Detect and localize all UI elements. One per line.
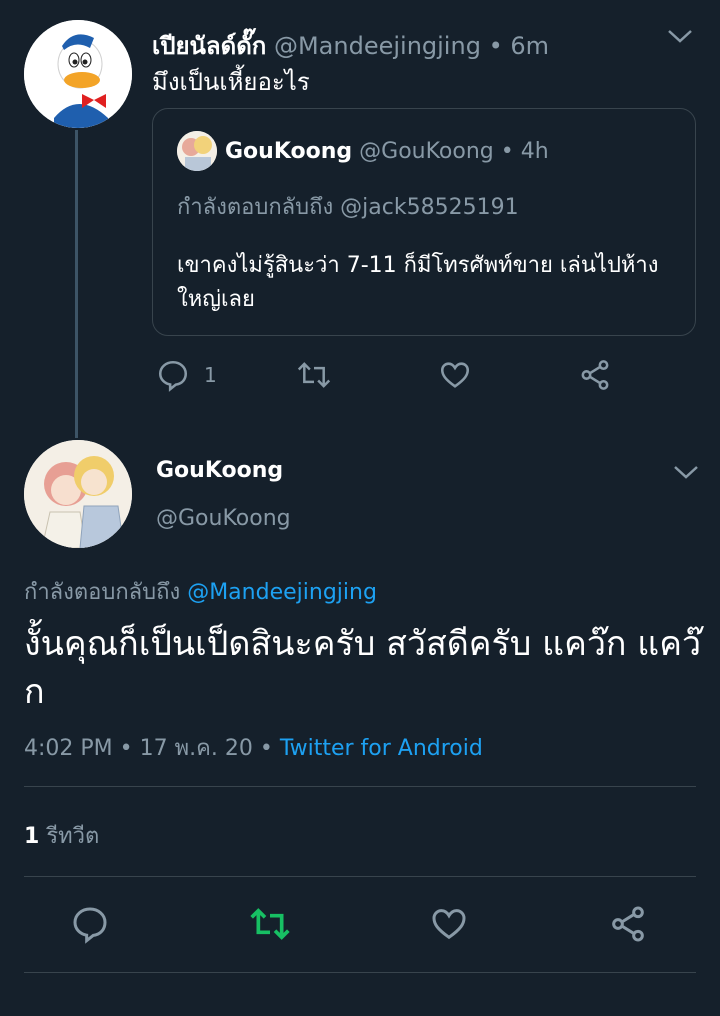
retweet-stats[interactable]: 1 รีทวีต xyxy=(24,818,99,853)
main-share-button[interactable] xyxy=(608,904,648,944)
divider-bottom xyxy=(24,972,696,973)
quoted-display-name: GouKoong xyxy=(225,139,353,164)
parent-handle[interactable]: @Mandeejingjing xyxy=(274,32,481,60)
thread-line xyxy=(75,130,78,438)
main-action-bar xyxy=(0,896,720,956)
like-icon xyxy=(440,362,470,388)
parent-tweet-text: มึงเป็นเหี้ยอะไร xyxy=(152,68,310,96)
anime-avatar-small-image xyxy=(177,131,217,171)
meta-separator-2: • xyxy=(259,736,273,761)
main-menu-button[interactable] xyxy=(672,462,700,482)
chevron-down-icon xyxy=(668,30,692,43)
main-reply-button[interactable] xyxy=(70,904,110,944)
tweet-time: 4:02 PM xyxy=(24,736,113,761)
anime-avatar-image xyxy=(24,440,132,548)
parent-tweet-header: เปียนัลด์ดั๊ก @Mandeejingjing • 6m xyxy=(152,26,549,65)
avatar-parent[interactable] xyxy=(24,20,132,128)
parent-reply-count: 1 xyxy=(204,363,217,387)
quoted-avatar[interactable] xyxy=(177,131,217,171)
main-display-name[interactable]: GouKoong xyxy=(156,458,283,483)
quoted-tweet-card[interactable]: GouKoong @GouKoong • 4h กำลังตอบกลับถึง … xyxy=(152,108,696,336)
parent-menu-button[interactable] xyxy=(666,26,694,46)
main-tweet-meta: 4:02 PM • 17 พ.ค. 20 • Twitter for Andro… xyxy=(24,730,483,765)
share-icon xyxy=(581,360,609,390)
main-like-button[interactable] xyxy=(428,904,470,944)
duck-avatar-image xyxy=(24,20,132,128)
tweet-source-link[interactable]: Twitter for Android xyxy=(280,736,483,761)
main-handle[interactable]: @GouKoong xyxy=(156,506,291,531)
avatar-main[interactable] xyxy=(24,440,132,548)
parent-separator: • xyxy=(488,32,503,60)
parent-like-button[interactable] xyxy=(438,358,472,392)
divider-middle xyxy=(24,876,696,877)
main-replying-to: กำลังตอบกลับถึง @Mandeejingjing xyxy=(24,574,377,609)
parent-display-name[interactable]: เปียนัลด์ดั๊ก xyxy=(152,32,266,60)
retweet-label: รีทวีต xyxy=(46,824,100,849)
replying-handle-link[interactable]: @Mandeejingjing xyxy=(187,580,377,605)
quoted-tweet-header: GouKoong @GouKoong • 4h xyxy=(225,139,549,164)
quoted-tweet-text: เขาคงไม่รู้สินะว่า 7-11 ก็มีโทรศัพท์ขาย … xyxy=(177,253,659,312)
quoted-time: 4h xyxy=(520,139,549,164)
retweet-icon xyxy=(297,362,331,388)
retweet-count: 1 xyxy=(24,824,40,849)
reply-icon xyxy=(158,360,188,392)
divider-top xyxy=(24,786,696,787)
quoted-handle: @GouKoong xyxy=(359,139,494,164)
reply-icon xyxy=(73,907,107,944)
parent-share-button[interactable] xyxy=(578,358,612,392)
tweet-date: 17 พ.ค. 20 xyxy=(139,736,253,761)
parent-time[interactable]: 6m xyxy=(510,32,549,60)
like-icon xyxy=(432,909,466,940)
quoted-replying-to: กำลังตอบกลับถึง @jack58525191 xyxy=(177,195,519,220)
chevron-down-icon xyxy=(674,466,698,479)
parent-retweet-button[interactable] xyxy=(296,358,332,392)
retweet-icon xyxy=(250,908,290,940)
parent-reply-button[interactable]: 1 xyxy=(156,358,217,392)
share-icon xyxy=(612,906,644,942)
main-tweet-text: งั้นคุณก็เป็นเป็ดสินะครับ สวัสดีครับ แคว… xyxy=(24,624,702,712)
quoted-separator: • xyxy=(500,139,514,164)
main-retweet-button[interactable] xyxy=(248,904,292,944)
replying-prefix: กำลังตอบกลับถึง xyxy=(24,580,181,605)
meta-separator-1: • xyxy=(119,736,133,761)
